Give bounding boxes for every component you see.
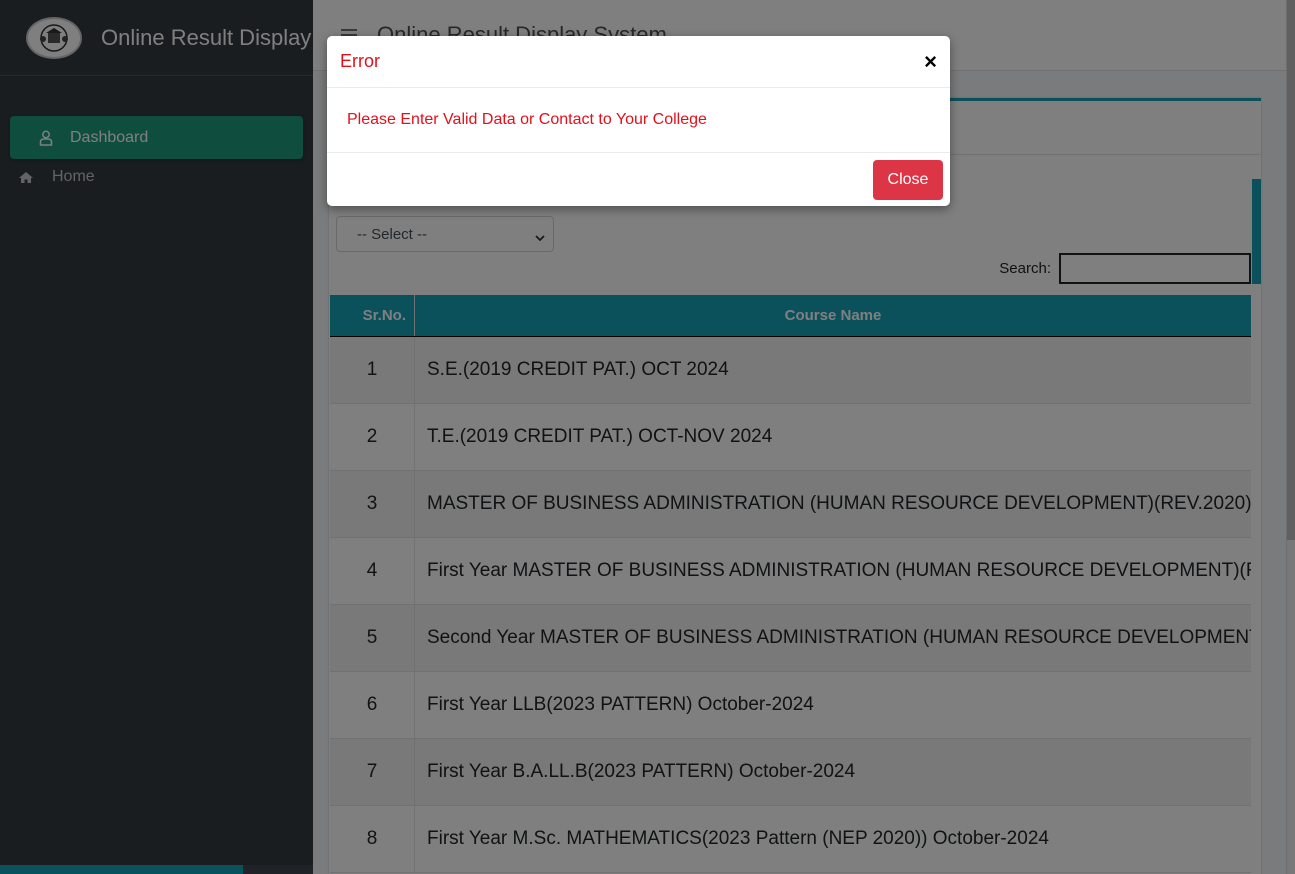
close-button[interactable]: Close [873,159,943,200]
modal-footer: Close [327,153,950,206]
error-message: Please Enter Valid Data or Contact to Yo… [347,111,707,128]
modal-body: Please Enter Valid Data or Contact to Yo… [327,88,950,153]
modal-header: Error × [327,36,950,88]
modal-title: Error [340,51,380,71]
close-icon[interactable]: × [924,49,937,75]
error-modal: Error × Please Enter Valid Data or Conta… [327,36,950,206]
